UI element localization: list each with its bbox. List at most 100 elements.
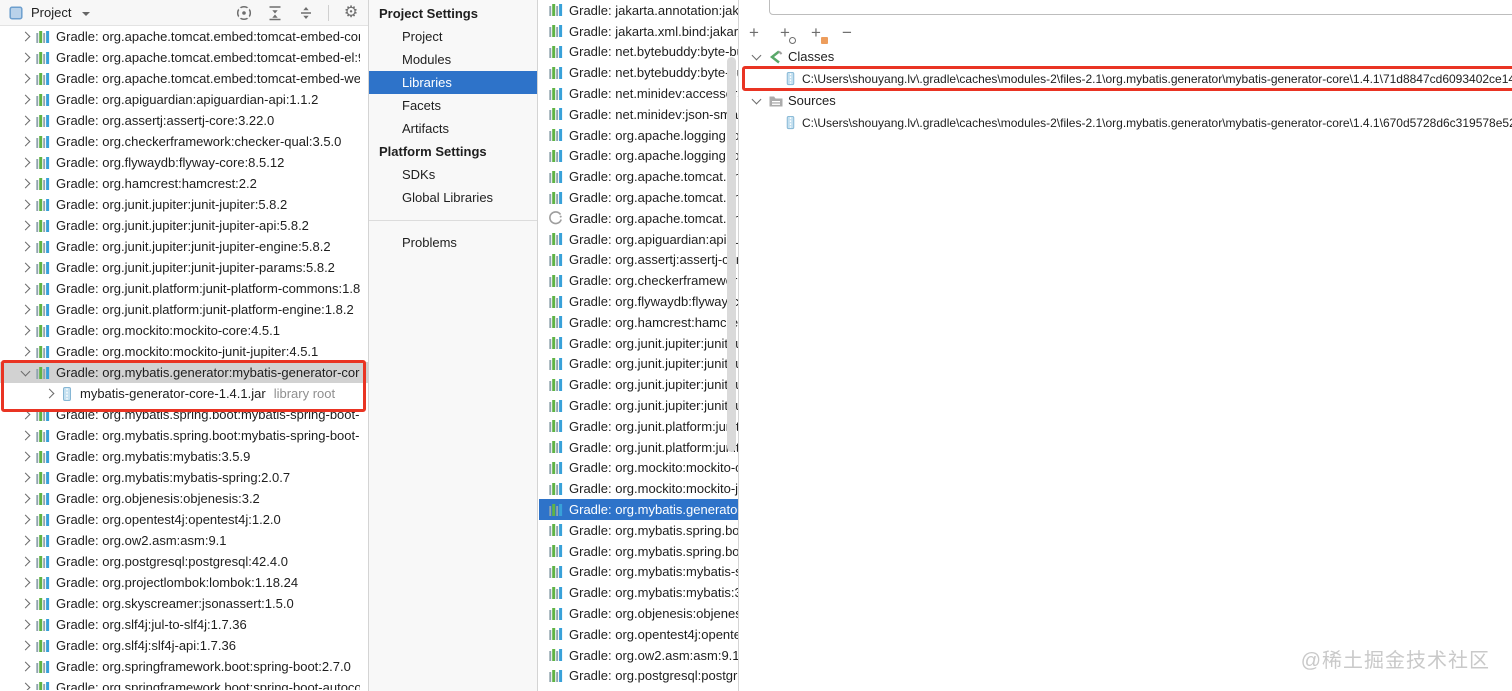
library-path-row[interactable]: C:\Users\shouyang.lv\.gradle\caches\modu… [742,66,1512,91]
locate-icon[interactable] [235,4,253,22]
library-list-item[interactable]: Gradle: org.assertj:assertj-core:3.22.0 [539,250,738,271]
nav-item[interactable]: Modules [369,48,537,71]
library-list-item[interactable]: Gradle: org.mybatis.spring.boot:mybatis-… [539,541,738,562]
tree-row[interactable]: Gradle: org.mybatis.spring.boot:mybatis-… [0,425,368,446]
expand-chevron-icon[interactable] [17,640,33,651]
tree-row[interactable]: Gradle: org.projectlombok:lombok:1.18.24 [0,572,368,593]
library-list-item[interactable]: Gradle: org.junit.platform:junit-platfor… [539,416,738,437]
nav-item[interactable]: Problems [369,231,537,254]
expand-chevron-icon[interactable] [17,535,33,546]
nav-item[interactable]: Project Settings [369,2,537,25]
library-list-item[interactable]: Gradle: org.mockito:mockito-core:4.5.1 [539,458,738,479]
library-list-item[interactable]: Gradle: org.apache.tomcat.embed:tomcat-e… [539,187,738,208]
library-list-item[interactable]: Gradle: org.junit.jupiter:junit-jupiter:… [539,333,738,354]
expand-chevron-icon[interactable] [17,556,33,567]
tree-row[interactable]: Gradle: org.flywaydb:flyway-core:8.5.12 [0,152,368,173]
tree-row[interactable]: Gradle: org.assertj:assertj-core:3.22.0 [0,110,368,131]
remove-button[interactable]: − [838,24,856,43]
tree-row[interactable]: Gradle: org.apache.tomcat.embed:tomcat-e… [0,26,368,47]
nav-item[interactable] [369,209,537,231]
expand-chevron-icon[interactable] [17,262,33,273]
library-list-item[interactable]: Gradle: net.bytebuddy:byte-buddy-agent [539,62,738,83]
expand-chevron-icon[interactable] [748,50,764,61]
expand-chevron-icon[interactable] [17,472,33,483]
tree-row[interactable]: Gradle: org.junit.jupiter:junit-jupiter-… [0,215,368,236]
library-list-item[interactable]: Gradle: org.opentest4j:opentest4j:1.2.0 [539,624,738,645]
expand-chevron-icon[interactable] [17,366,33,376]
root-category-row[interactable]: Classes [739,47,1512,66]
library-list-item[interactable]: Gradle: org.mybatis.spring.boot:mybatis-… [539,520,738,541]
settings-gear-icon[interactable]: ⚙ [342,4,360,22]
expand-chevron-icon[interactable] [17,31,33,42]
nav-item[interactable]: Global Libraries [369,186,537,209]
expand-chevron-icon[interactable] [17,115,33,126]
library-list-item[interactable]: Gradle: org.mockito:mockito-junit-jupite… [539,478,738,499]
library-list-item[interactable]: Gradle: org.apache.tomcat.embed:tomcat-e… [539,166,738,187]
expand-chevron-icon[interactable] [17,577,33,588]
tree-row[interactable]: Gradle: org.objenesis:objenesis:3.2 [0,488,368,509]
library-list-item[interactable]: Gradle: org.hamcrest:hamcrest:2.2 [539,312,738,333]
library-list-item[interactable]: Gradle: org.checkerframework:checker-qua… [539,270,738,291]
attach-files-button[interactable]: + [776,24,796,44]
tree-row[interactable]: Gradle: org.skyscreamer:jsonassert:1.5.0 [0,593,368,614]
tree-row[interactable]: Gradle: org.junit.jupiter:junit-jupiter:… [0,194,368,215]
expand-chevron-icon[interactable] [17,283,33,294]
library-list-item[interactable]: Gradle: org.objenesis:objenesis:3.2 [539,603,738,624]
tree-row[interactable]: Gradle: org.mybatis.generator:mybatis-ge… [0,362,368,383]
tree-row[interactable]: Gradle: org.ow2.asm:asm:9.1 [0,530,368,551]
tree-row[interactable]: Gradle: org.apiguardian:apiguardian-api:… [0,89,368,110]
expand-chevron-icon[interactable] [41,388,57,399]
tree-row[interactable]: Gradle: org.mybatis:mybatis-spring:2.0.7 [0,467,368,488]
nav-item[interactable]: Libraries [369,71,537,94]
expand-chevron-icon[interactable] [17,514,33,525]
tree-row[interactable]: mybatis-generator-core-1.4.1.jar library… [0,383,368,404]
expand-all-icon[interactable] [266,4,284,22]
nav-item[interactable]: Artifacts [369,117,537,140]
library-list-item[interactable]: Gradle: org.mybatis.generator:mybatis-ge… [539,499,738,520]
tree-row[interactable]: Gradle: org.mybatis.spring.boot:mybatis-… [0,404,368,425]
library-list-item[interactable]: Gradle: org.junit.jupiter:junit-jupiter-… [539,395,738,416]
library-list-item[interactable]: Gradle: jakarta.xml.bind:jakarta.xml.bin… [539,21,738,42]
tree-row[interactable]: Gradle: org.slf4j:jul-to-slf4j:1.7.36 [0,614,368,635]
tree-row[interactable]: Gradle: org.mybatis:mybatis:3.5.9 [0,446,368,467]
tree-row[interactable]: Gradle: org.postgresql:postgresql:42.4.0 [0,551,368,572]
nav-item[interactable]: Project [369,25,537,48]
library-name-field[interactable] [769,0,1512,15]
tree-row[interactable]: Gradle: org.junit.platform:junit-platfor… [0,278,368,299]
expand-chevron-icon[interactable] [17,52,33,63]
expand-chevron-icon[interactable] [17,241,33,252]
library-list-item[interactable]: Gradle: org.apache.logging.log4j:log4j-t… [539,146,738,167]
library-list-item[interactable]: Gradle: org.apiguardian:apiguardian-api [539,229,738,250]
tree-row[interactable]: Gradle: org.springframework.boot:spring-… [0,677,368,690]
tree-row[interactable]: Gradle: org.apache.tomcat.embed:tomcat-e… [0,47,368,68]
nav-item[interactable]: Platform Settings [369,140,537,163]
tree-row[interactable]: Gradle: org.junit.jupiter:junit-jupiter-… [0,257,368,278]
library-list-item[interactable]: Gradle: org.ow2.asm:asm:9.1 [539,645,738,666]
tree-row[interactable]: Gradle: org.mockito:mockito-core:4.5.1 [0,320,368,341]
library-list-item[interactable]: Gradle: net.minidev:json-smart:2.4 [539,104,738,125]
root-category-row[interactable]: Sources [739,91,1512,110]
expand-chevron-icon[interactable] [17,304,33,315]
expand-chevron-icon[interactable] [17,220,33,231]
tree-row[interactable]: Gradle: org.checkerframework:checker-qua… [0,131,368,152]
library-list-item[interactable]: Gradle: org.apache.logging.log4j:log4j-a… [539,125,738,146]
expand-chevron-icon[interactable] [17,682,33,690]
library-list-item[interactable]: Gradle: org.junit.platform:junit-platfor… [539,437,738,458]
tree-row[interactable]: Gradle: org.hamcrest:hamcrest:2.2 [0,173,368,194]
library-list-item[interactable]: Gradle: org.junit.jupiter:junit-jupiter-… [539,374,738,395]
tree-row[interactable]: Gradle: org.slf4j:slf4j-api:1.7.36 [0,635,368,656]
add-button[interactable]: + [745,24,763,43]
expand-chevron-icon[interactable] [17,451,33,462]
tree-row[interactable]: Gradle: org.junit.platform:junit-platfor… [0,299,368,320]
expand-chevron-icon[interactable] [17,409,33,420]
nav-item[interactable]: Facets [369,94,537,117]
expand-chevron-icon[interactable] [17,346,33,357]
expand-chevron-icon[interactable] [17,598,33,609]
library-list-item[interactable]: Gradle: org.mybatis:mybatis-spring:2.0.7 [539,562,738,583]
expand-chevron-icon[interactable] [17,178,33,189]
expand-chevron-icon[interactable] [17,493,33,504]
collapse-all-icon[interactable] [297,4,315,22]
tree-row[interactable]: Gradle: org.springframework.boot:spring-… [0,656,368,677]
tree-row[interactable]: Gradle: org.mockito:mockito-junit-jupite… [0,341,368,362]
project-view-selector[interactable]: Project [31,5,71,20]
